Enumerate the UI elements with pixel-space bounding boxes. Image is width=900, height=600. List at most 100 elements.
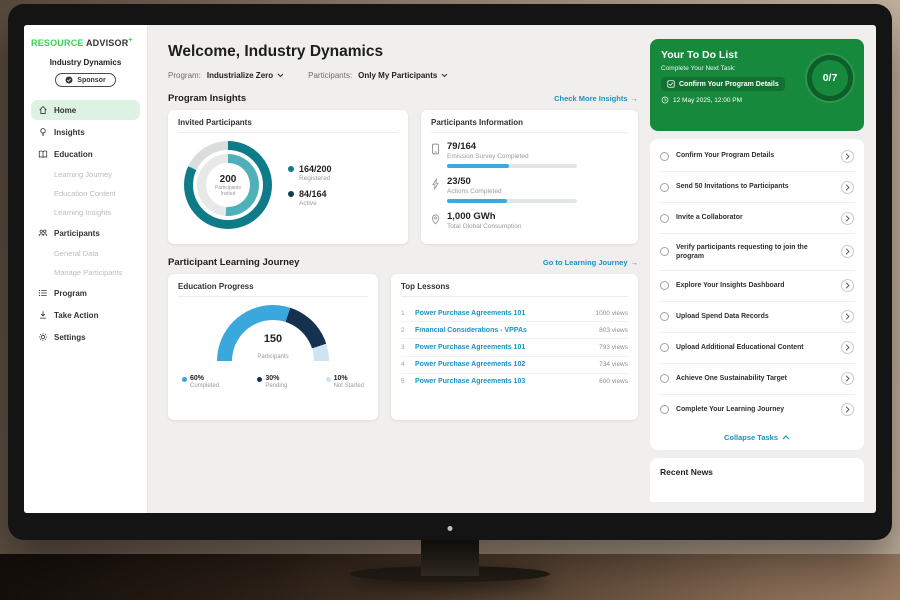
legend-label: Registered <box>299 175 332 182</box>
lesson-link[interactable]: Power Purchase Agreements 102 <box>415 361 592 368</box>
lesson-views: 1000 views <box>595 310 628 317</box>
next-task-chip[interactable]: Confirm Your Program Details <box>661 77 785 91</box>
sidebar-item-settings[interactable]: Settings <box>31 327 140 347</box>
task-checkbox[interactable] <box>660 343 669 352</box>
task-open-button[interactable] <box>841 150 854 163</box>
task-open-button[interactable] <box>841 403 854 416</box>
task-checkbox[interactable] <box>660 183 669 192</box>
legend-label: Active <box>299 200 327 207</box>
next-task-label: Confirm Your Program Details <box>679 81 779 88</box>
participants-dropdown-value: Only My Participants <box>358 71 437 80</box>
sidebar: RESOURCE ADVISOR+ Industry Dynamics Spon… <box>24 25 148 513</box>
learning-cards-row: Education Progress 150 Participants <box>168 274 638 420</box>
sidebar-item-learning-journey[interactable]: Learning Journey <box>31 165 140 184</box>
sidebar-nav: Home Insights Education Learning Journey… <box>31 99 140 348</box>
sidebar-item-take-action[interactable]: Take Action <box>31 305 140 325</box>
stat-label: Emission Survey Completed <box>447 153 577 160</box>
sponsor-badge-label: Sponsor <box>77 77 105 84</box>
task-row[interactable]: Upload Spend Data Records <box>659 302 855 333</box>
card-title: Invited Participants <box>178 118 398 133</box>
sidebar-item-participants[interactable]: Participants <box>31 223 140 243</box>
task-checkbox[interactable] <box>660 247 669 256</box>
go-to-learning-journey-link[interactable]: Go to Learning Journey → <box>543 258 638 267</box>
sidebar-item-insights[interactable]: Insights <box>31 122 140 142</box>
program-dropdown-value: Industrialize Zero <box>207 71 273 80</box>
book-icon <box>38 149 48 159</box>
arrow-right-icon: → <box>631 258 639 267</box>
task-checkbox[interactable] <box>660 312 669 321</box>
chevron-right-icon <box>845 184 850 191</box>
lesson-link[interactable]: Power Purchase Agreements 101 <box>415 344 592 351</box>
task-open-button[interactable] <box>841 245 854 258</box>
task-checkbox[interactable] <box>660 281 669 290</box>
task-row[interactable]: Explore Your Insights Dashboard <box>659 271 855 302</box>
sidebar-item-label: Settings <box>54 333 86 342</box>
lesson-link[interactable]: Power Purchase Agreements 103 <box>415 378 592 385</box>
invited-participants-card: Invited Participants 200 Participants In… <box>168 110 408 244</box>
task-checkbox[interactable] <box>660 374 669 383</box>
task-checkbox[interactable] <box>660 214 669 223</box>
sidebar-item-learning-insights[interactable]: Learning Insights <box>31 203 140 222</box>
participants-dropdown[interactable]: Only My Participants <box>358 71 448 80</box>
sidebar-item-program[interactable]: Program <box>31 283 140 303</box>
sidebar-item-label: Program <box>54 289 87 298</box>
task-open-button[interactable] <box>841 341 854 354</box>
progress-track <box>447 199 577 203</box>
program-dropdown[interactable]: Industrialize Zero <box>207 71 284 80</box>
check-more-insights-link[interactable]: Check More Insights → <box>554 94 638 103</box>
invited-donut-chart: 200 Participants Invited <box>184 141 272 229</box>
sidebar-item-education-content[interactable]: Education Content <box>31 184 140 203</box>
collapse-tasks-link[interactable]: Collapse Tasks <box>659 425 855 450</box>
task-open-button[interactable] <box>841 310 854 323</box>
lesson-link[interactable]: Power Purchase Agreements 101 <box>415 310 588 317</box>
filters-bar: Program: Industrialize Zero Participants… <box>168 71 638 80</box>
sidebar-item-education[interactable]: Education <box>31 144 140 164</box>
todo-list-card: Confirm Your Program Details Send 50 Inv… <box>650 139 864 450</box>
task-row[interactable]: Verify participants requesting to join t… <box>659 234 855 271</box>
legend-label: Completed <box>190 383 219 389</box>
task-checkbox[interactable] <box>660 405 669 414</box>
task-row[interactable]: Confirm Your Program Details <box>659 141 855 172</box>
donut-legend: 164/200 Registered 84/164 Active <box>288 157 332 214</box>
chevron-down-icon <box>441 73 448 78</box>
task-label: Send 50 Invitations to Participants <box>676 182 834 191</box>
legend-dot <box>257 377 262 382</box>
sidebar-item-home[interactable]: Home <box>31 100 140 120</box>
task-row[interactable]: Send 50 Invitations to Participants <box>659 172 855 203</box>
task-open-button[interactable] <box>841 279 854 292</box>
lesson-rank: 1 <box>401 310 408 317</box>
sidebar-item-general-data[interactable]: General Data <box>31 244 140 263</box>
recent-news-card: Recent News <box>650 458 864 502</box>
program-filter-label: Program: <box>168 71 201 80</box>
task-checkbox[interactable] <box>660 152 669 161</box>
lesson-row: 4 Power Purchase Agreements 102 734 view… <box>401 357 628 374</box>
task-open-button[interactable] <box>841 212 854 225</box>
lesson-row: 1 Power Purchase Agreements 101 1000 vie… <box>401 305 628 322</box>
lesson-views: 793 views <box>599 344 628 351</box>
page-title: Welcome, Industry Dynamics <box>168 43 638 61</box>
task-label: Upload Spend Data Records <box>676 312 834 321</box>
task-row[interactable]: Upload Additional Educational Content <box>659 333 855 364</box>
lesson-row: 5 Power Purchase Agreements 103 600 view… <box>401 374 628 390</box>
lesson-row: 3 Power Purchase Agreements 101 793 view… <box>401 339 628 356</box>
card-title: Participants Information <box>431 118 628 133</box>
task-row[interactable]: Invite a Collaborator <box>659 203 855 234</box>
program-insights-title: Program Insights <box>168 93 246 104</box>
lightning-icon <box>431 178 440 190</box>
lesson-views: 600 views <box>599 378 628 385</box>
dashboard-screen: RESOURCE ADVISOR+ Industry Dynamics Spon… <box>24 25 876 513</box>
chevron-right-icon <box>845 282 850 289</box>
task-open-button[interactable] <box>841 372 854 385</box>
task-row[interactable]: Complete Your Learning Journey <box>659 395 855 425</box>
stat-emission-survey: 79/164 Emission Survey Completed <box>431 141 628 168</box>
task-row[interactable]: Achieve One Sustainability Target <box>659 364 855 395</box>
lesson-rank: 3 <box>401 344 408 351</box>
location-pin-icon <box>431 213 440 225</box>
todo-progress-value: 0/7 <box>823 72 838 84</box>
lesson-rank: 2 <box>401 327 408 334</box>
lesson-link[interactable]: Financial Considerations - VPPAs <box>415 327 592 334</box>
stat-value: 23/50 <box>447 176 577 187</box>
sidebar-item-manage-participants[interactable]: Manage Participants <box>31 263 140 282</box>
task-open-button[interactable] <box>841 181 854 194</box>
due-date-label: 12 May 2025, 12:00 PM <box>673 97 742 104</box>
